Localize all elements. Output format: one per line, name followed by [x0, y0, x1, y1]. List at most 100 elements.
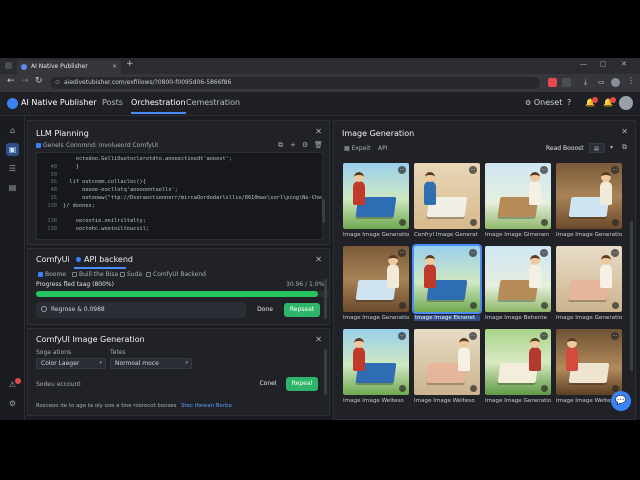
chat-bubble-icon[interactable]: 💬: [611, 391, 631, 411]
image-tile[interactable]: ⋯ Image Image Generatio: [556, 246, 622, 321]
image-thumbnail[interactable]: ⋯: [412, 244, 482, 314]
image-tile[interactable]: ⋯ Image Image Welteso: [414, 329, 480, 404]
gallery-icon[interactable]: ▤: [6, 181, 19, 194]
download-icon[interactable]: [612, 302, 619, 309]
cancel-button[interactable]: Conel: [254, 377, 282, 391]
sidepanel-icon[interactable]: ▭: [598, 78, 605, 86]
code-editor[interactable]: octedoo.GelliOuetoclerotdto.anoeectioedt…: [36, 152, 323, 240]
tab-comfyui[interactable]: ComfyUi: [36, 255, 70, 264]
extension-icon[interactable]: [562, 78, 571, 87]
more-options-icon[interactable]: ⋯: [398, 166, 406, 174]
forward-icon[interactable]: →: [21, 76, 29, 86]
download-icon[interactable]: [399, 385, 406, 392]
tab-close-icon[interactable]: ✕: [112, 60, 117, 74]
download-icon[interactable]: [541, 302, 548, 309]
footer-link[interactable]: Stec tfwwan Berba: [181, 403, 232, 409]
gallery-scrollbar[interactable]: [630, 221, 633, 371]
window-close-icon[interactable]: ✕: [621, 60, 627, 68]
genels-checkbox[interactable]: [36, 143, 41, 148]
maximize-icon[interactable]: ▢: [600, 60, 607, 68]
image-thumbnail[interactable]: ⋯: [343, 246, 409, 312]
option-checkbox[interactable]: [38, 272, 43, 277]
option-build[interactable]: Buill the Bisa: [72, 271, 118, 278]
llm-tool-genels[interactable]: Genels: [36, 142, 64, 149]
image-thumbnail[interactable]: ⋯: [414, 329, 480, 395]
download-icon[interactable]: [399, 302, 406, 309]
comfy-panel-close-icon[interactable]: ✕: [315, 255, 322, 264]
image-tile[interactable]: ⋯ Image Image Welteso: [343, 329, 409, 404]
extension-icon[interactable]: [548, 78, 557, 87]
view-toggle[interactable]: ▤: [589, 143, 605, 153]
nav-orchestration[interactable]: Orchestration: [131, 98, 186, 114]
gallery-close-icon[interactable]: ✕: [621, 127, 628, 136]
image-thumbnail[interactable]: ⋯: [556, 246, 622, 312]
more-options-icon[interactable]: ⋯: [469, 249, 477, 257]
image-tile[interactable]: ⋯ Image Image Behente: [485, 246, 551, 321]
gallery-tool-expeit[interactable]: ▦ Expeit: [344, 145, 370, 152]
image-thumbnail[interactable]: ⋯: [485, 246, 551, 312]
generation-scrollbar[interactable]: [324, 349, 327, 395]
header-action-button[interactable]: ⚙ Oneset: [525, 98, 562, 107]
new-tab-icon[interactable]: +: [126, 59, 134, 69]
more-options-icon[interactable]: ⋯: [611, 249, 619, 257]
option-boome[interactable]: Boome: [38, 271, 66, 278]
image-tile[interactable]: ⋯ Image Image Welteso: [556, 329, 622, 404]
reload-icon[interactable]: ↻: [35, 76, 43, 86]
add-icon[interactable]: +: [290, 141, 296, 149]
image-thumbnail[interactable]: ⋯: [343, 163, 409, 229]
nav-cemestration[interactable]: Cemestration: [186, 98, 240, 107]
color-select[interactable]: Color Laeger ▾: [36, 358, 106, 369]
help-icon[interactable]: ?: [567, 98, 571, 107]
option-comfyui-backend[interactable]: ComfyUI Backend: [146, 271, 206, 278]
image-tile[interactable]: ⋯ Image Image Gimenen: [485, 163, 551, 238]
more-options-icon[interactable]: ⋯: [540, 332, 548, 340]
tab-api-backend[interactable]: API backend: [76, 255, 133, 264]
more-options-icon[interactable]: ⋯: [469, 332, 477, 340]
user-avatar[interactable]: [619, 96, 633, 110]
delete-icon[interactable]: 🗑: [314, 141, 323, 149]
option-suda[interactable]: Suda: [120, 271, 142, 278]
image-thumbnail[interactable]: ⋯: [556, 163, 622, 229]
image-thumbnail[interactable]: ⋯: [485, 329, 551, 395]
image-tile[interactable]: ⋯ Image Image Generatio: [343, 246, 409, 321]
download-icon[interactable]: [541, 385, 548, 392]
repseat-button[interactable]: Repseat: [284, 303, 320, 317]
more-options-icon[interactable]: ⋯: [611, 166, 619, 174]
image-tile[interactable]: ⋯ Cenfryl Image Generat: [414, 163, 480, 238]
site-info-icon[interactable]: ⊙: [55, 77, 60, 89]
download-icon[interactable]: [470, 219, 477, 226]
home-icon[interactable]: ⌂: [6, 124, 19, 137]
back-icon[interactable]: ←: [7, 76, 15, 86]
option-checkbox[interactable]: [72, 272, 77, 277]
download-icon[interactable]: [612, 219, 619, 226]
image-tile[interactable]: ⋯ Image Image Generatio: [343, 163, 409, 238]
copy-icon[interactable]: ⧉: [278, 141, 283, 150]
more-options-icon[interactable]: ⋯: [398, 249, 406, 257]
tab-search-icon[interactable]: [5, 62, 12, 69]
more-options-icon[interactable]: ⋯: [540, 249, 548, 257]
nav-posts[interactable]: Posts: [102, 98, 123, 107]
minimize-icon[interactable]: —: [580, 60, 587, 68]
download-icon[interactable]: [470, 302, 477, 309]
download-icon[interactable]: [399, 219, 406, 226]
download-icon[interactable]: [470, 385, 477, 392]
url-input[interactable]: ⊙ aiedivetubisher.com/exfiliows/?0800-f0…: [50, 77, 540, 89]
more-options-icon[interactable]: ⋯: [469, 166, 477, 174]
option-checkbox[interactable]: [120, 272, 125, 277]
browser-tab[interactable]: AI Native Publisher ✕: [17, 60, 121, 74]
browser-menu-icon[interactable]: ⋮: [627, 76, 635, 85]
read-boost-button[interactable]: Read Booost: [546, 145, 584, 152]
more-options-icon[interactable]: ⋯: [398, 332, 406, 340]
option-checkbox[interactable]: [146, 272, 151, 277]
more-options-icon[interactable]: ⋯: [540, 166, 548, 174]
chevron-down-icon[interactable]: ▾: [610, 144, 613, 151]
submit-button[interactable]: Repeal: [286, 377, 318, 391]
comfy-scrollbar[interactable]: [324, 279, 327, 319]
llm-panel-close-icon[interactable]: ✕: [315, 127, 322, 136]
done-button[interactable]: Done: [250, 303, 280, 317]
generation-panel-close-icon[interactable]: ✕: [315, 335, 322, 344]
mode-select[interactable]: Normoal moce ▾: [110, 358, 192, 369]
image-thumbnail[interactable]: ⋯: [556, 329, 622, 395]
download-icon[interactable]: [541, 219, 548, 226]
gallery-tool-api[interactable]: API: [378, 145, 388, 152]
